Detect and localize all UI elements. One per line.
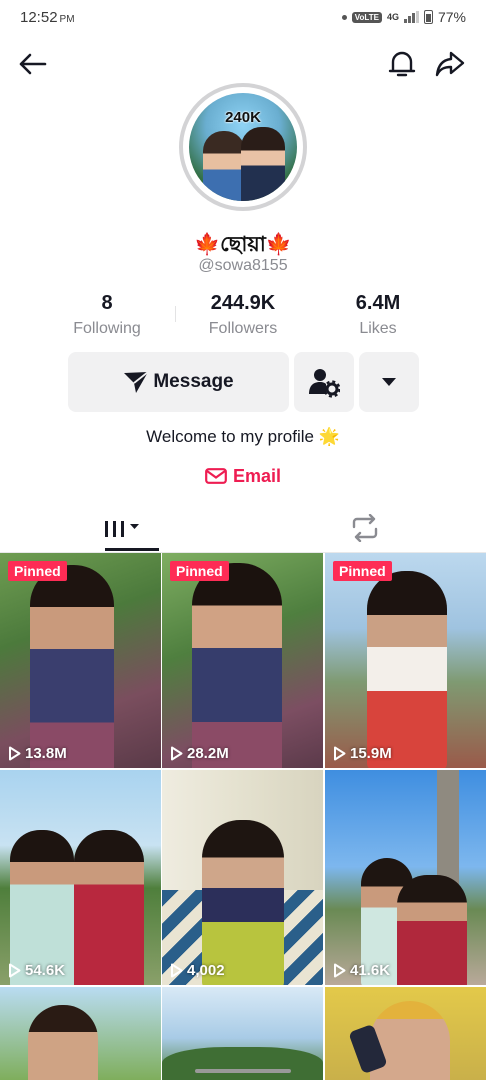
video-thumbnail[interactable]: Pinned 13.8M <box>0 553 161 768</box>
email-link[interactable]: Email <box>205 464 281 488</box>
view-count: 4,002 <box>170 962 225 979</box>
pinned-badge: Pinned <box>333 561 392 581</box>
video-figure <box>192 563 282 768</box>
signal-icon <box>403 11 419 23</box>
mail-icon <box>205 468 227 484</box>
video-figure <box>370 1001 450 1080</box>
play-icon <box>171 746 183 761</box>
status-bar: 12:52 PM VoLTE 4G 77% <box>0 0 486 34</box>
video-figure <box>30 565 114 768</box>
repost-icon <box>352 514 377 542</box>
bell-icon <box>388 51 416 77</box>
video-thumbnail[interactable]: 54.6K <box>0 770 161 985</box>
view-count: 54.6K <box>8 962 65 979</box>
video-thumbnail[interactable]: Pinned 28.2M <box>162 553 323 768</box>
video-figure <box>202 820 284 985</box>
stat-following[interactable]: 8 Following <box>37 292 177 338</box>
pinned-badge: Pinned <box>170 561 229 581</box>
view-count: 15.9M <box>333 745 392 762</box>
video-figure <box>397 875 467 985</box>
bio-text: Welcome to my profile 🌟 <box>146 427 340 446</box>
share-button[interactable] <box>432 46 468 82</box>
play-icon <box>334 746 346 761</box>
send-icon <box>124 371 149 393</box>
avatar[interactable]: 240K <box>179 83 307 211</box>
video-background-trees <box>162 1047 323 1080</box>
play-icon <box>9 746 21 761</box>
video-figure <box>74 830 144 985</box>
play-icon <box>334 963 346 978</box>
video-background-tower <box>437 770 459 890</box>
tab-reposts[interactable] <box>243 504 486 552</box>
video-thumbnail[interactable] <box>162 987 323 1080</box>
stat-followers[interactable]: 244.9K Followers <box>173 292 313 338</box>
message-label: Message <box>153 371 234 392</box>
stat-likes[interactable]: 6.4M Likes <box>308 292 448 338</box>
share-arrow-icon <box>435 51 465 77</box>
view-count: 28.2M <box>170 745 229 762</box>
likes-label: Likes <box>359 320 397 337</box>
battery-icon <box>423 10 433 24</box>
email-label: Email <box>233 465 282 486</box>
play-icon <box>9 963 21 978</box>
videos-grid-icon <box>104 521 139 537</box>
pinned-badge: Pinned <box>8 561 67 581</box>
following-count: 8 <box>101 292 113 314</box>
video-thumbnail[interactable]: 4,002 <box>162 770 323 985</box>
arrow-left-icon <box>19 53 47 75</box>
battery-percent: 77% <box>437 9 466 25</box>
video-thumbnail[interactable] <box>325 987 486 1080</box>
notifications-button[interactable] <box>384 46 420 82</box>
view-count: 41.6K <box>333 962 390 979</box>
following-label: Following <box>73 320 141 337</box>
avatar-image: 240K <box>189 93 297 201</box>
view-count: 13.8M <box>8 745 67 762</box>
more-options-button[interactable] <box>359 352 419 412</box>
tab-videos[interactable] <box>0 504 243 552</box>
notification-dot-icon <box>341 14 347 20</box>
video-thumbnail[interactable]: 41.6K <box>325 770 486 985</box>
status-icons: VoLTE 4G 77% <box>341 9 466 25</box>
video-figure <box>367 571 447 768</box>
video-thumbnail[interactable]: Pinned 15.9M <box>325 553 486 768</box>
friend-settings-button[interactable] <box>294 352 354 412</box>
message-button[interactable]: Message <box>68 352 289 412</box>
tab-active-indicator <box>105 548 159 551</box>
avatar-person-right <box>241 127 285 201</box>
likes-count: 6.4M <box>355 292 401 314</box>
home-indicator <box>195 1069 291 1073</box>
avatar-person-left <box>203 131 245 201</box>
video-figure <box>28 1005 98 1080</box>
network-type: 4G <box>386 12 399 22</box>
user-settings-icon <box>309 369 340 398</box>
followers-label: Followers <box>208 320 278 337</box>
video-thumbnail[interactable] <box>0 987 161 1080</box>
volte-badge: VoLTE <box>351 11 382 23</box>
status-time: 12:52 PM <box>20 8 75 26</box>
followers-count: 244.9K <box>210 292 276 314</box>
back-button[interactable] <box>14 46 50 82</box>
username: @sowa8155 <box>198 257 288 274</box>
avatar-badge-text: 240K <box>225 109 261 126</box>
play-icon <box>171 963 183 978</box>
caret-down-icon <box>382 378 396 386</box>
